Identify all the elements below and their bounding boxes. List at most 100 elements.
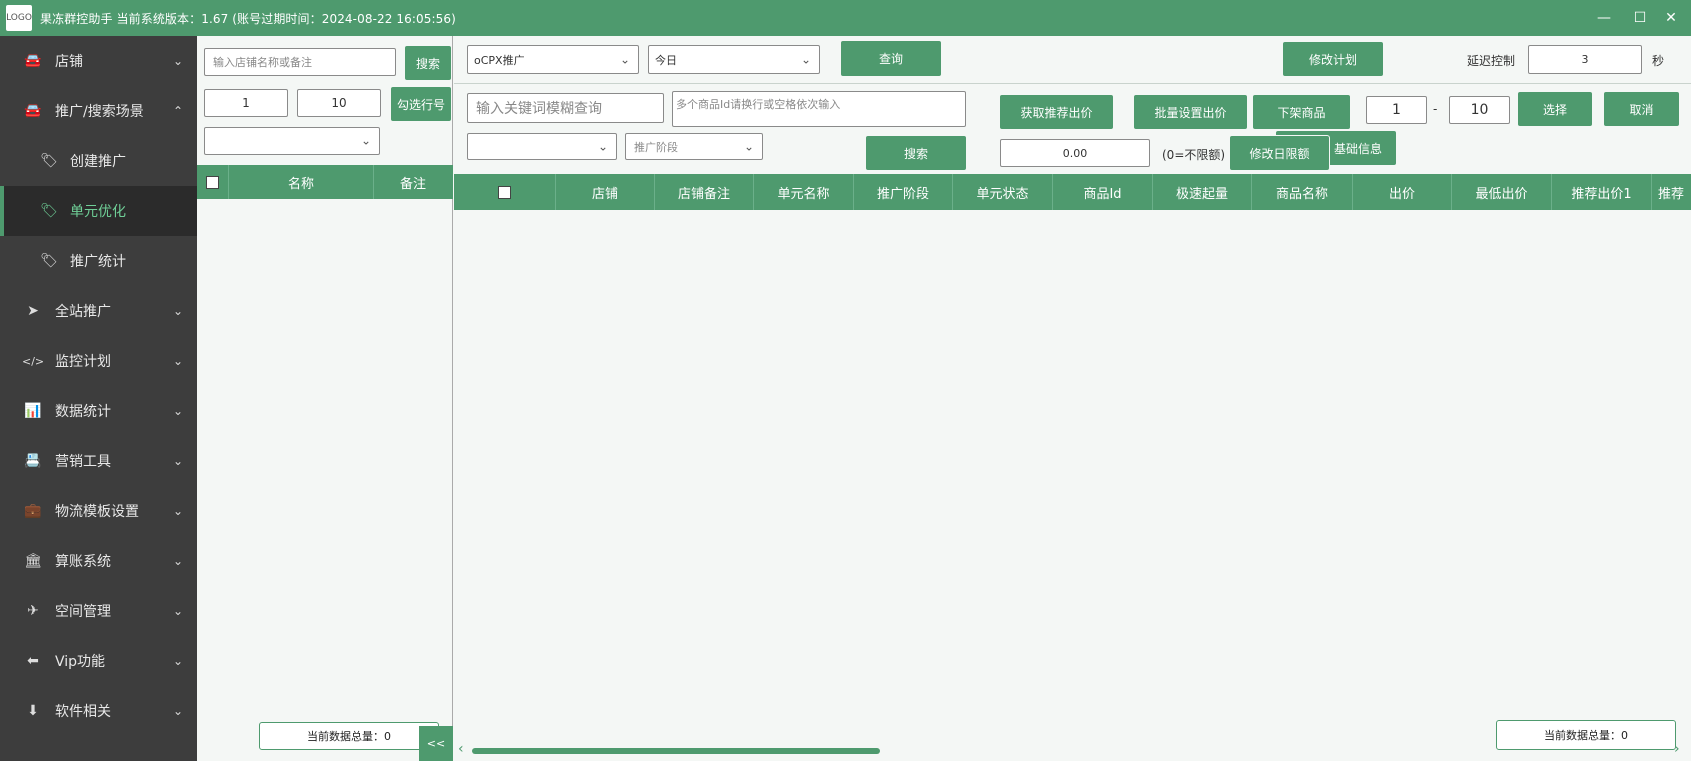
column-header-shop[interactable]: 店铺	[556, 174, 655, 210]
sidebar-item-label: 推广/搜索场景	[55, 104, 144, 120]
title-bar: LOGO 果冻群控助手 当前系统版本：1.67 (账号过期时间：2024-08-…	[0, 0, 1691, 36]
sidebar-item-space-management[interactable]: ✈ 空间管理 ⌄	[0, 586, 197, 636]
product-ids-textarea[interactable]: 多个商品Id请换行或空格依次输入	[672, 91, 966, 127]
modify-plan-button[interactable]: 修改计划	[1283, 42, 1383, 76]
left-filter-select[interactable]: ⌄	[204, 127, 380, 155]
code-icon: </>	[22, 354, 45, 368]
sidebar-item-label: 单元优化	[70, 204, 126, 220]
sidebar-item-data-stats[interactable]: 📊 数据统计 ⌄	[0, 386, 197, 436]
sidebar-item-monitor-plan[interactable]: </> 监控计划 ⌄	[0, 336, 197, 386]
batch-set-bid-button[interactable]: 批量设置出价	[1134, 95, 1247, 129]
sidebar-item-vip[interactable]: ⬅ Vip功能 ⌄	[0, 636, 197, 686]
sidebar-item-label: 推广统计	[70, 254, 126, 270]
shop-table-header: 名称 备注	[197, 165, 453, 199]
column-header-bid[interactable]: 出价	[1353, 174, 1452, 210]
shop-search-input[interactable]: 输入店铺名称或备注	[204, 48, 396, 76]
promotion-stage-placeholder: 推广阶段	[634, 140, 678, 154]
download-circle-icon: ⬇	[27, 703, 39, 719]
app-logo: LOGO	[6, 5, 32, 31]
column-header-product-name[interactable]: 商品名称	[1252, 174, 1353, 210]
location-arrow-icon: ➤	[27, 303, 39, 319]
chevron-down-icon: ⌄	[597, 138, 608, 153]
sidebar-item-shop[interactable]: 🚘 店铺 ⌄	[0, 36, 197, 86]
sidebar-item-label: 软件相关	[55, 704, 111, 720]
cancel-selection-button[interactable]: 取消	[1604, 92, 1679, 126]
query-button[interactable]: 查询	[841, 41, 941, 76]
row-range-to-input[interactable]: 10	[297, 89, 381, 117]
modify-daily-limit-button[interactable]: 修改日限额	[1230, 136, 1329, 170]
briefcase-icon: 💼	[24, 503, 42, 519]
column-header-unit-status[interactable]: 单元状态	[953, 174, 1053, 210]
chevron-down-icon: ⌄	[172, 454, 183, 468]
scroll-left-icon[interactable]: ‹	[458, 741, 464, 757]
car-icon: 🚘	[24, 103, 42, 119]
bar-chart-icon: 📊	[24, 403, 42, 419]
column-header-unit-name[interactable]: 单元名称	[754, 174, 854, 210]
plane-icon: ✈	[27, 603, 39, 619]
sidebar-item-promotion-search[interactable]: 🚘 推广/搜索场景 ⌃	[0, 86, 197, 136]
horizontal-scroll-thumb[interactable]	[472, 748, 880, 754]
column-header-promotion-stage[interactable]: 推广阶段	[854, 174, 953, 210]
tag-icon: 🏷	[40, 253, 58, 269]
date-range-value: 今日	[655, 53, 677, 67]
chevron-down-icon: ⌄	[172, 354, 183, 368]
column-header-min-bid[interactable]: 最低出价	[1452, 174, 1552, 210]
chevron-down-icon: ⌄	[172, 404, 183, 418]
select-all-cell	[197, 165, 229, 199]
select-all-cell	[454, 174, 556, 210]
delay-seconds-input[interactable]: 3	[1528, 45, 1642, 74]
daily-limit-input[interactable]: 0.00	[1000, 139, 1150, 167]
column-header-fast-ramp[interactable]: 极速起量	[1153, 174, 1252, 210]
filter-search-button[interactable]: 搜索	[866, 136, 966, 170]
car-icon: 🚘	[24, 53, 42, 69]
sidebar-item-promotion-stats[interactable]: 🏷 推广统计	[0, 236, 197, 286]
chevron-down-icon: ⌄	[172, 654, 183, 668]
column-header-recommended-bid-1[interactable]: 推荐出价1	[1552, 174, 1652, 210]
get-recommended-bid-button[interactable]: 获取推荐出价	[1000, 95, 1113, 129]
product-range-from-input[interactable]: 1	[1366, 96, 1427, 124]
column-header-product-id[interactable]: 商品Id	[1053, 174, 1153, 210]
shop-search-button[interactable]: 搜索	[405, 46, 451, 80]
sidebar-item-marketing-tools[interactable]: 📇 营销工具 ⌄	[0, 436, 197, 486]
sidebar-item-label: Vip功能	[55, 654, 106, 670]
tag-icon: 🏷	[40, 153, 58, 169]
minimize-button[interactable]: —	[1584, 0, 1624, 36]
shop-search-placeholder: 输入店铺名称或备注	[213, 56, 312, 69]
unlimited-hint-label: (0=不限额)	[1162, 148, 1226, 162]
sidebar-item-logistics-template[interactable]: 💼 物流模板设置 ⌄	[0, 486, 197, 536]
column-header-shop-remark[interactable]: 店铺备注	[655, 174, 754, 210]
chevron-down-icon: ⌄	[360, 133, 371, 148]
select-all-checkbox[interactable]	[206, 175, 219, 189]
close-button[interactable]: ✕	[1651, 0, 1691, 36]
row-range-from-input[interactable]: 1	[204, 89, 288, 117]
modify-basic-info-label: 基础信息	[1333, 141, 1382, 156]
column-header-remark[interactable]: 备注	[374, 165, 452, 199]
chevron-down-icon: ⌄	[800, 51, 811, 66]
select-range-button[interactable]: 选择	[1518, 92, 1592, 126]
sidebar-item-software[interactable]: ⬇ 软件相关 ⌄	[0, 686, 197, 736]
shop-filter-select[interactable]: ⌄	[467, 133, 617, 160]
product-ids-placeholder: 多个商品Id请换行或空格依次输入	[676, 98, 841, 111]
select-all-checkbox[interactable]	[498, 185, 511, 199]
date-range-select[interactable]: 今日 ⌄	[648, 45, 820, 74]
chevron-up-icon: ⌃	[172, 104, 183, 118]
window-title: 果冻群控助手 当前系统版本：1.67 (账号过期时间：2024-08-22 16…	[40, 11, 456, 26]
promotion-stage-select[interactable]: 推广阶段 ⌄	[625, 133, 763, 160]
sidebar-item-accounting[interactable]: 🏛 算账系统 ⌄	[0, 536, 197, 586]
sidebar-item-site-wide-promotion[interactable]: ➤ 全站推广 ⌄	[0, 286, 197, 336]
scroll-right-icon[interactable]: ›	[1674, 741, 1680, 757]
delist-products-button[interactable]: 下架商品	[1253, 95, 1350, 129]
column-header-recommended-more[interactable]: 推荐	[1652, 174, 1691, 210]
check-rows-button[interactable]: 勾选行号	[391, 87, 451, 121]
plan-type-select[interactable]: oCPX推广 ⌄	[467, 45, 639, 74]
arrow-left-icon: ⬅	[27, 653, 39, 669]
product-range-to-input[interactable]: 10	[1449, 96, 1510, 124]
collapse-panel-button[interactable]: <<	[419, 726, 453, 761]
chevron-down-icon: ⌄	[172, 704, 183, 718]
column-header-name[interactable]: 名称	[229, 165, 374, 199]
chevron-down-icon: ⌄	[172, 54, 183, 68]
sidebar-item-unit-optimization[interactable]: 🏷 单元优化	[0, 186, 197, 236]
sidebar-item-create-promotion[interactable]: 🏷 创建推广	[0, 136, 197, 186]
keyword-search-input[interactable]: 输入关键词模糊查询	[467, 93, 664, 123]
chevron-down-icon: ⌄	[743, 138, 754, 153]
